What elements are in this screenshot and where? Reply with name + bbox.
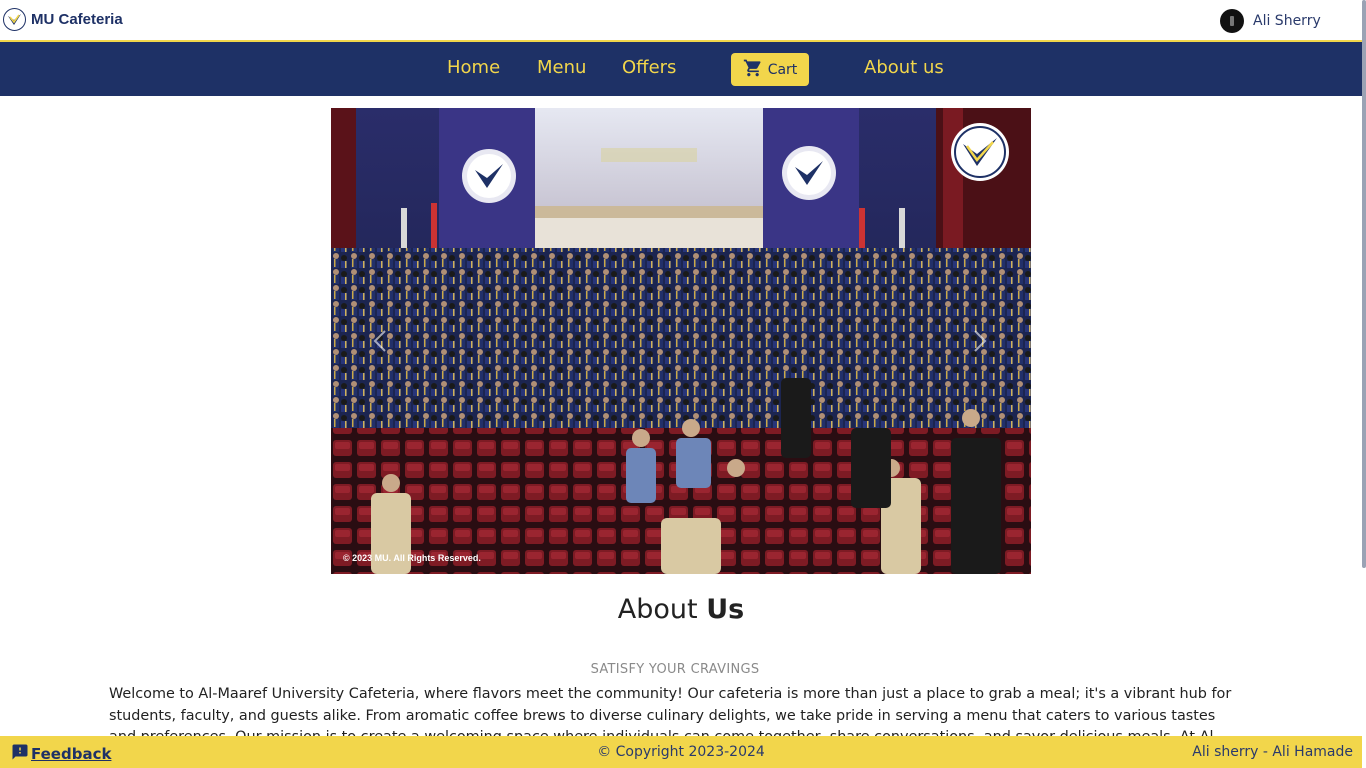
footer-authors: Ali sherry - Ali Hamade: [1192, 744, 1353, 760]
about-title-bold: Us: [706, 594, 745, 625]
cart-button[interactable]: Cart: [731, 53, 809, 86]
about-title: About Us: [0, 594, 1362, 625]
nav-about-us[interactable]: About us: [864, 57, 944, 78]
page-scrollbar[interactable]: [1362, 0, 1366, 768]
graduation-photo: [331, 108, 1031, 574]
footer-copyright: © Copyright 2023-2024: [597, 744, 765, 760]
chevron-left-icon: [373, 329, 387, 353]
chevron-right-icon: [973, 329, 987, 353]
scrollbar-thumb[interactable]: [1362, 0, 1366, 568]
cart-label: Cart: [767, 61, 798, 78]
nav-menu[interactable]: Menu: [537, 57, 586, 78]
about-tagline: SATISFY YOUR CRAVINGS: [590, 662, 760, 677]
about-title-light: About: [617, 594, 698, 625]
main-nav: Home Menu Offers Cart About us: [0, 42, 1362, 96]
top-bar: MU Cafeteria Ali Sherry: [0, 0, 1362, 42]
footer: Feedback © Copyright 2023-2024 Ali sherr…: [0, 736, 1362, 768]
user-name: Ali Sherry: [1253, 13, 1321, 29]
carousel-next-button[interactable]: [969, 326, 991, 356]
user-menu[interactable]: Ali Sherry: [1220, 9, 1321, 33]
brand-name: MU Cafeteria: [31, 11, 123, 28]
brand[interactable]: MU Cafeteria: [3, 8, 123, 31]
user-avatar-icon: [1220, 9, 1244, 33]
carousel-prev-button[interactable]: [369, 326, 391, 356]
cart-icon: [743, 58, 763, 82]
nav-offers[interactable]: Offers: [622, 57, 676, 78]
image-copyright: © 2023 MU. All Rights Reserved.: [343, 553, 481, 563]
mu-logo-icon: [3, 8, 26, 31]
hero-carousel[interactable]: © 2023 MU. All Rights Reserved.: [331, 108, 1031, 574]
nav-home[interactable]: Home: [447, 57, 500, 78]
